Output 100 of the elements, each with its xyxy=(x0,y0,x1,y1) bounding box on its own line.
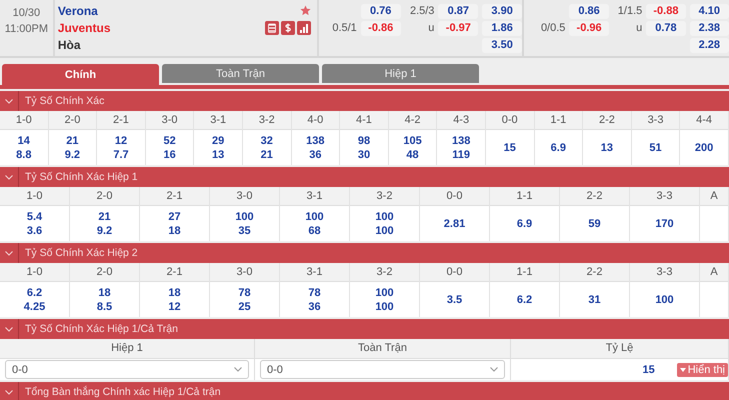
score-odds[interactable]: 78 xyxy=(238,286,251,298)
score-odds[interactable]: 7.7 xyxy=(113,148,129,160)
tab[interactable]: Chính xyxy=(2,64,159,86)
score-odds[interactable]: 6.2 xyxy=(516,294,532,306)
score-odds[interactable]: 36 xyxy=(309,148,322,160)
score-odds[interactable]: 21 xyxy=(260,148,273,160)
result-odds[interactable]: 3.50 xyxy=(482,38,522,52)
score-odds[interactable]: 15 xyxy=(504,142,516,154)
chevron-down-icon[interactable] xyxy=(5,174,13,180)
score-odds[interactable]: 105 xyxy=(403,134,422,146)
score-odds[interactable]: 18 xyxy=(168,224,181,236)
score-odds[interactable]: 100 xyxy=(375,210,394,222)
score-header: 1-0 xyxy=(0,187,69,206)
score-odds[interactable]: 51 xyxy=(649,142,662,154)
half-select[interactable]: 0-0 xyxy=(5,360,249,379)
chevron-down-icon[interactable] xyxy=(5,326,13,332)
score-odds[interactable]: 13 xyxy=(600,142,614,154)
score-odds[interactable]: 30 xyxy=(358,148,370,160)
section-header[interactable]: Tỷ Số Chính Xác Hiệp 1/Cả Trận xyxy=(0,319,729,339)
score-odds[interactable]: 36 xyxy=(308,300,321,312)
score-odds[interactable]: 138 xyxy=(306,134,325,146)
score-odds[interactable]: 52 xyxy=(163,134,176,146)
score-odds[interactable]: 100 xyxy=(305,210,324,222)
star-icon[interactable] xyxy=(300,5,311,16)
score-odds[interactable]: 100 xyxy=(375,224,394,236)
score-odds[interactable]: 4.25 xyxy=(24,300,46,312)
handicap-odds[interactable]: -0.96 xyxy=(569,20,609,36)
score-odds[interactable]: 48 xyxy=(406,148,419,160)
score-odds[interactable]: 68 xyxy=(308,224,321,236)
handicap-odds[interactable]: 0.86 xyxy=(569,4,609,18)
score-odds[interactable]: 3.6 xyxy=(26,224,42,236)
score-odds[interactable]: 31 xyxy=(588,294,601,306)
full-select[interactable]: 0-0 xyxy=(260,360,505,379)
score-odds[interactable]: 18 xyxy=(168,286,181,298)
handicap-odds[interactable]: -0.86 xyxy=(360,20,401,36)
score-header: 2-1 xyxy=(97,111,145,130)
handicap-odds[interactable]: 0.76 xyxy=(360,4,401,18)
chevron-down-icon[interactable] xyxy=(5,98,13,104)
result-odds[interactable]: 1.86 xyxy=(482,20,522,36)
score-header: 3-0 xyxy=(210,187,279,206)
list-icon[interactable] xyxy=(265,20,279,34)
total-line: 1/1.5 xyxy=(618,5,642,17)
dollar-icon[interactable] xyxy=(281,20,295,34)
score-odds[interactable]: 78 xyxy=(308,286,321,298)
result-odds[interactable]: 2.38 xyxy=(690,20,729,36)
score-odds[interactable]: 98 xyxy=(358,134,370,146)
score-odds[interactable]: 32 xyxy=(260,134,273,146)
score-odds[interactable]: 100 xyxy=(375,300,394,312)
score-odds[interactable]: 27 xyxy=(168,210,181,222)
score-odds[interactable]: 59 xyxy=(588,218,601,230)
total-odds[interactable]: -0.88 xyxy=(646,4,686,18)
score-header: 4-3 xyxy=(437,111,485,130)
score-odds[interactable]: 21 xyxy=(66,134,79,146)
score-odds[interactable]: 12 xyxy=(168,300,181,312)
caret-icon xyxy=(680,368,686,372)
total-odds[interactable]: 0.87 xyxy=(438,4,478,18)
section-header[interactable]: Tỷ Số Chính Xác Hiệp 1 xyxy=(0,167,729,187)
section-header[interactable]: Tỷ Số Chính Xác Hiệp 2 xyxy=(0,243,729,263)
score-odds[interactable]: 100 xyxy=(655,294,674,306)
score-odds[interactable]: 18 xyxy=(98,286,111,298)
score-odds[interactable]: 138 xyxy=(452,134,470,146)
score-odds[interactable]: 2.81 xyxy=(444,218,466,230)
score-header: 2-2 xyxy=(583,111,631,130)
score-odds[interactable]: 14 xyxy=(18,134,30,146)
score-odds[interactable]: 9.2 xyxy=(96,224,112,236)
score-odds[interactable]: 16 xyxy=(163,148,176,160)
score-odds[interactable]: 5.4 xyxy=(26,210,42,222)
score-odds[interactable]: 100 xyxy=(235,210,254,222)
column-header: Hiệp 1 xyxy=(0,339,255,359)
score-odds[interactable]: 15 xyxy=(642,364,655,376)
score-odds[interactable]: 200 xyxy=(694,142,714,154)
chevron-down-icon[interactable] xyxy=(5,390,13,394)
section-header[interactable]: Tổng Bàn thắng Chính xác Hiệp 1/Cả trận xyxy=(0,382,729,400)
score-odds[interactable]: 3.5 xyxy=(446,294,462,306)
score-odds[interactable]: 6.9 xyxy=(550,142,566,154)
score-odds[interactable]: 13 xyxy=(212,148,224,160)
score-odds[interactable]: 9.2 xyxy=(64,148,80,160)
score-odds[interactable]: 100 xyxy=(375,286,394,298)
score-odds[interactable]: 6.2 xyxy=(26,286,42,298)
total-odds[interactable]: -0.97 xyxy=(438,20,478,36)
score-header: 2-0 xyxy=(48,111,96,130)
bar-chart-icon[interactable] xyxy=(297,20,311,34)
section-title: Tỷ Số Chính Xác xyxy=(24,95,104,107)
score-odds[interactable]: 25 xyxy=(238,300,251,312)
section-header[interactable]: Tỷ Số Chính Xác xyxy=(0,91,729,111)
result-odds[interactable]: 2.28 xyxy=(690,38,729,52)
score-odds[interactable]: 8.8 xyxy=(16,148,32,160)
score-odds[interactable]: 29 xyxy=(212,134,224,146)
score-odds[interactable]: 170 xyxy=(655,218,674,230)
result-odds[interactable]: 4.10 xyxy=(690,4,729,18)
score-odds[interactable]: 6.9 xyxy=(516,218,532,230)
score-odds[interactable]: 12 xyxy=(114,134,128,146)
result-odds[interactable]: 3.90 xyxy=(482,4,522,18)
score-odds[interactable]: 35 xyxy=(238,224,251,236)
chevron-down-icon[interactable] xyxy=(5,250,13,256)
score-odds[interactable]: 21 xyxy=(98,210,111,222)
score-odds[interactable]: 8.5 xyxy=(96,300,112,312)
score-header: 3-0 xyxy=(210,263,279,282)
score-odds[interactable]: 119 xyxy=(452,148,470,160)
total-odds[interactable]: 0.78 xyxy=(646,20,686,36)
